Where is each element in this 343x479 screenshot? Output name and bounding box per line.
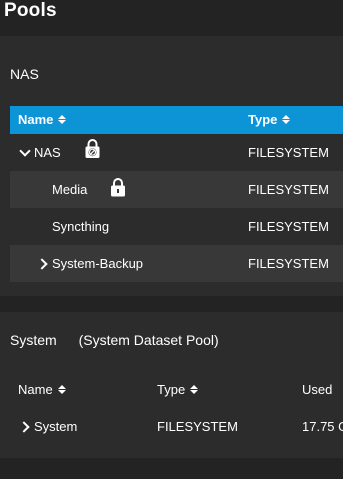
column-header-used[interactable]: Used <box>302 382 332 397</box>
column-header-type[interactable]: Type <box>248 112 291 127</box>
used-cell: 17.75 G <box>302 419 343 434</box>
pool-heading: System (System Dataset Pool) <box>10 332 237 348</box>
column-label-name: Name <box>18 382 53 397</box>
table-row-syncthing[interactable]: Syncthing FILESYSTEM <box>10 208 343 245</box>
table-row-nas[interactable]: NAS FILESYSTEM <box>10 134 343 171</box>
table-row-system-backup[interactable]: System-Backup FILESYSTEM <box>10 245 343 282</box>
type-cell: FILESYSTEM <box>248 145 329 160</box>
row-name: Media <box>52 182 88 197</box>
table-header: Name Type Used <box>0 378 343 402</box>
row-name: System-Backup <box>52 256 144 271</box>
column-label-type: Type <box>248 112 278 127</box>
lock-icon <box>110 177 126 197</box>
type-cell: FILESYSTEM <box>248 219 329 234</box>
table-row-system[interactable]: System FILESYSTEM 17.75 G <box>0 408 343 445</box>
row-name: Syncthing <box>52 219 110 234</box>
row-name: NAS <box>34 145 61 160</box>
table-header: Name Type <box>10 106 343 134</box>
sort-icon <box>58 115 67 124</box>
chevron-down-icon[interactable] <box>18 146 32 160</box>
nas-pool-card: NAS Name Type NAS FILESYSTEM Media FILES… <box>0 36 343 296</box>
pool-name: NAS <box>10 66 39 82</box>
system-pool-card: System (System Dataset Pool) Name Type U… <box>0 312 343 458</box>
column-label-name: Name <box>18 112 54 127</box>
pool-name: System <box>10 332 57 348</box>
chevron-right-icon[interactable] <box>18 420 32 434</box>
sort-icon <box>57 385 66 394</box>
column-header-name[interactable]: Name <box>18 382 66 397</box>
sort-icon <box>282 115 291 124</box>
type-cell: FILESYSTEM <box>157 419 238 434</box>
lock-disabled-icon <box>84 138 101 159</box>
column-header-name[interactable]: Name <box>18 112 67 127</box>
row-name: System <box>34 419 78 434</box>
name-cell: System-Backup <box>36 256 143 271</box>
page-title: Pools <box>4 0 57 21</box>
name-cell: NAS <box>18 145 61 160</box>
pool-subtitle: (System Dataset Pool) <box>78 332 219 348</box>
column-label-used: Used <box>302 382 333 397</box>
chevron-right-icon[interactable] <box>36 257 50 271</box>
sort-icon <box>190 385 199 394</box>
type-cell: FILESYSTEM <box>248 182 329 197</box>
name-cell: System <box>18 419 77 434</box>
table-row-media[interactable]: Media FILESYSTEM <box>10 171 343 208</box>
type-cell: FILESYSTEM <box>248 256 329 271</box>
column-label-type: Type <box>157 382 186 397</box>
column-header-type[interactable]: Type <box>157 382 199 397</box>
